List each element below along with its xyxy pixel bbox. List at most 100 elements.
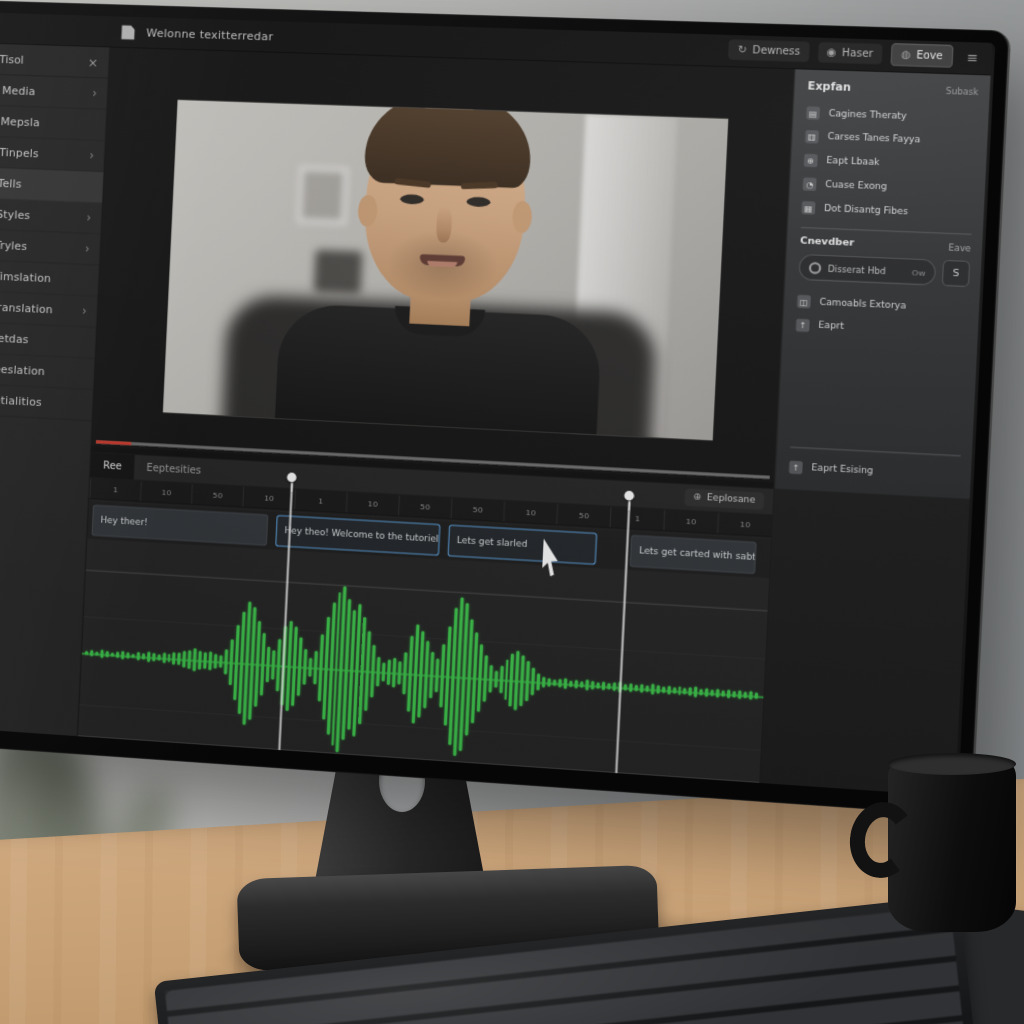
voice-section-title: Cnevdber <box>800 236 949 253</box>
waveform-bar <box>607 683 611 690</box>
subtitle-block-3[interactable]: Lets get slarled <box>448 525 598 565</box>
sidebar-item-label: Tinpels <box>0 146 79 161</box>
sidebar-item-media[interactable]: ▶Media› <box>0 74 108 110</box>
sidebar-item-tinpels[interactable]: ◫Tinpels› <box>0 136 105 172</box>
sidebar-item-teeslation[interactable]: ▥Teeslation <box>0 352 95 390</box>
waveform-bar <box>121 651 124 659</box>
waveform-bar <box>193 648 197 671</box>
haser-button[interactable]: ◉Haser <box>817 42 882 65</box>
waveform-bar <box>553 679 557 686</box>
waveform-bar <box>558 679 562 688</box>
waveform-bar <box>214 654 218 669</box>
waveform-bar <box>183 651 187 668</box>
waveform-bar <box>209 651 213 671</box>
waveform-bar <box>667 686 671 695</box>
panel-item-label: Cagines Theraty <box>828 108 906 121</box>
button-label: Haser <box>842 47 874 60</box>
waveform-bar <box>494 671 498 688</box>
sidebar-item-tells[interactable]: TTells <box>0 167 103 204</box>
ruler-tick: 1 <box>89 478 141 501</box>
waveform-bar <box>672 687 676 694</box>
subtitle-block-4[interactable]: Lets get carted with sabtitlng! <box>630 535 757 574</box>
canvas-layers-icon: ▥ <box>805 130 819 143</box>
waveform-bar <box>755 692 759 699</box>
waveform-bar <box>694 687 698 697</box>
export-panel-action[interactable]: Subask <box>946 86 979 97</box>
waveform-bar <box>308 657 312 677</box>
ruler-tick: 10 <box>140 481 192 504</box>
eove-button[interactable]: ◍Eove <box>890 43 953 68</box>
waveform-bar <box>548 678 552 687</box>
sidebar-item-tryles[interactable]: ▦Tryles› <box>0 229 101 266</box>
presenter-eye <box>466 197 490 207</box>
waveform-bar <box>645 685 649 692</box>
dewness-button[interactable]: ↻Dewness <box>728 39 809 62</box>
waveform-bar <box>152 653 155 661</box>
chevron-right-icon: › <box>82 304 87 318</box>
waveform-bar <box>105 651 108 658</box>
divider <box>790 447 961 457</box>
waveform-bar <box>700 689 704 696</box>
waveform-bar <box>398 661 402 685</box>
waveform-bar <box>711 689 715 696</box>
sidebar-item-petialitios[interactable]: ◉Petialitios <box>0 383 93 421</box>
waveform-bar <box>629 683 633 692</box>
waveform-bar <box>591 681 595 690</box>
desk-scene: Welonne texitterredar ↻Dewness◉Haser◍Eov… <box>0 0 1024 1024</box>
waveform-bar <box>198 650 202 670</box>
export-timing-item[interactable]: ↑ Eaprt Esising <box>789 455 961 488</box>
voice-section-header: Cnevdber Eave <box>800 236 971 254</box>
waveform-bar <box>575 680 579 689</box>
sidebar-item-mepsla[interactable]: ▤Mepsla <box>0 105 106 141</box>
sidebar-item-styles[interactable]: ◔Styles› <box>0 198 102 235</box>
sidebar-item-timslation[interactable]: ♪Timslation <box>0 260 99 297</box>
panel-item-label: Eaprt <box>818 321 844 333</box>
export-icon: ↑ <box>796 319 810 333</box>
menu-icon[interactable]: ≡ <box>962 49 983 65</box>
panel-item-dot-disantg-fibes[interactable]: ▦Dot Disantg Fibes <box>801 196 973 226</box>
ruler-tick: 10 <box>503 501 557 524</box>
timeline-tab[interactable]: Ree <box>90 452 135 479</box>
explore-button[interactable]: ⊕ Eeplosane <box>684 488 765 509</box>
waveform-bar <box>131 653 134 658</box>
record-icon <box>809 261 822 273</box>
waveform-bar <box>116 651 119 658</box>
waveform-bar <box>382 662 386 682</box>
waveform-bar <box>224 649 228 674</box>
waveform-bar <box>157 654 160 661</box>
timeline: Ree Eeptesities ⊕ Eeplosane 110501011050… <box>77 452 773 796</box>
waveform-bar <box>266 646 271 683</box>
waveform-bar <box>392 658 397 688</box>
sidebar-item-label: Tells <box>0 177 93 193</box>
voice-input-text: Disserat Hbd <box>828 263 906 276</box>
presenter-head <box>361 102 529 305</box>
waveform-bar <box>136 652 139 660</box>
close-icon[interactable]: × <box>87 55 98 70</box>
waveform-bar <box>488 665 492 692</box>
monitor: Welonne texitterredar ↻Dewness◉Haser◍Eov… <box>0 0 1011 816</box>
voice-section-action[interactable]: Eave <box>948 242 971 253</box>
ruler-tick: 50 <box>398 495 451 518</box>
avatar-icon: ◍ <box>901 49 911 61</box>
waveform-bar <box>429 652 434 699</box>
video-frame[interactable] <box>163 100 728 441</box>
export-panel-footer: ↑ Eaprt Esising <box>789 439 961 488</box>
export-panel-items: ▤Cagines Theraty▥Carses Tanes Fayya⊕Eapt… <box>801 101 978 226</box>
audio-track[interactable] <box>77 539 769 797</box>
subtitle-block-2[interactable]: Hey theo! Welcome to the tutoriel! <box>275 515 440 556</box>
waveform-bar <box>296 637 302 695</box>
voice-submit-button[interactable]: S <box>942 260 970 287</box>
coffee-mug <box>888 760 1016 932</box>
compose-settings-icon: ◫ <box>797 295 811 309</box>
sidebar-item-retdas[interactable]: ⌂Retdas <box>0 321 96 359</box>
waveform-bar <box>95 651 98 656</box>
waveform-bar <box>167 654 170 662</box>
waveform-bar <box>364 631 371 711</box>
ruler-tick: 10 <box>346 492 399 515</box>
sidebar-item-label: Retdas <box>0 332 85 349</box>
refresh-icon: ↻ <box>737 44 747 56</box>
waveform-bar <box>722 690 726 697</box>
export-link-icon: ⊕ <box>804 154 818 167</box>
sidebar-item-translation[interactable]: ⊕Translation› <box>0 290 98 327</box>
waveform-bar <box>634 685 638 692</box>
